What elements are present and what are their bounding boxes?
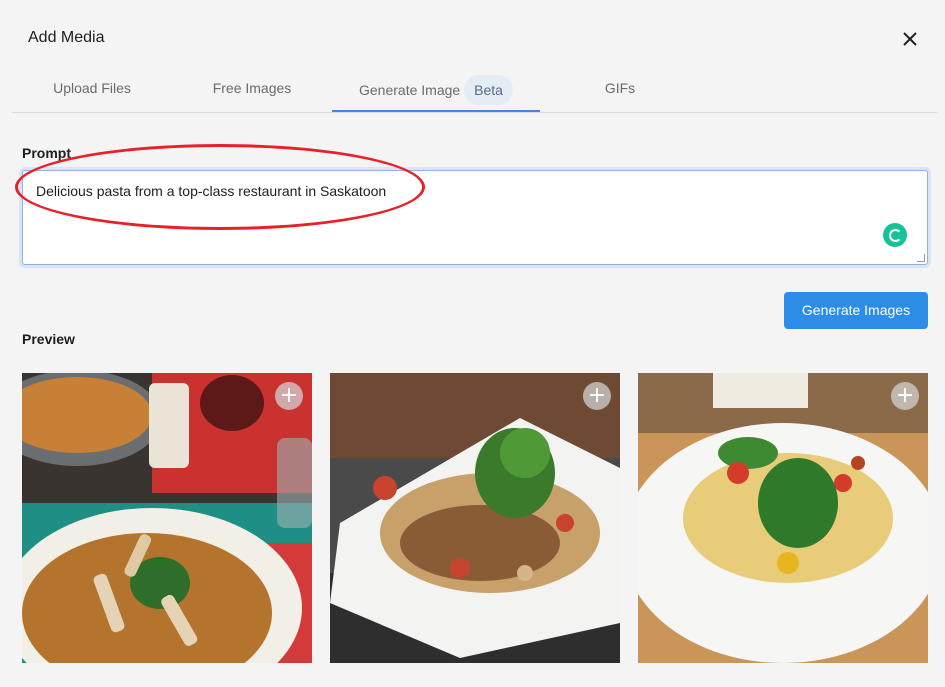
tab-gifs[interactable]: GIFs [580,70,660,112]
plus-icon: + [587,383,607,408]
close-icon [903,32,917,46]
tab-generate-image[interactable]: Generate Image Beta [332,70,540,112]
tab-label: GIFs [604,80,636,96]
pappardelle-bowl-image [638,373,928,663]
dialog-title: Add Media [28,29,105,46]
plus-icon: + [895,383,915,408]
preview-image-1[interactable]: + [22,373,312,663]
preview-label: Preview [22,331,75,347]
grammarly-icon[interactable] [883,223,907,247]
preview-image-3[interactable]: + [638,373,928,663]
close-button[interactable] [896,25,924,53]
plus-icon: + [279,383,299,408]
preview-image-2[interactable]: + [330,373,620,663]
tab-upload-files[interactable]: Upload Files [32,70,152,112]
add-image-button[interactable]: + [275,382,303,410]
tab-label: Generate Image [359,82,461,98]
beta-badge: Beta [464,75,513,105]
prompt-label: Prompt [22,145,71,161]
tab-bar: Upload Files Free Images Generate Image B… [12,70,937,113]
tab-label: Free Images [212,80,292,96]
generate-images-button[interactable]: Generate Images [784,292,928,329]
pasta-pan-image [22,373,312,663]
penne-plate-image [330,373,620,663]
add-image-button[interactable]: + [583,382,611,410]
tab-label: Upload Files [53,80,131,96]
tab-free-images[interactable]: Free Images [192,70,312,112]
resize-handle[interactable] [917,254,925,262]
prompt-text: Delicious pasta from a top-class restaur… [36,183,387,199]
prompt-textarea[interactable]: Delicious pasta from a top-class restaur… [22,170,928,265]
add-image-button[interactable]: + [891,382,919,410]
add-media-dialog: Add Media Upload Files Free Images Gener… [0,0,945,687]
